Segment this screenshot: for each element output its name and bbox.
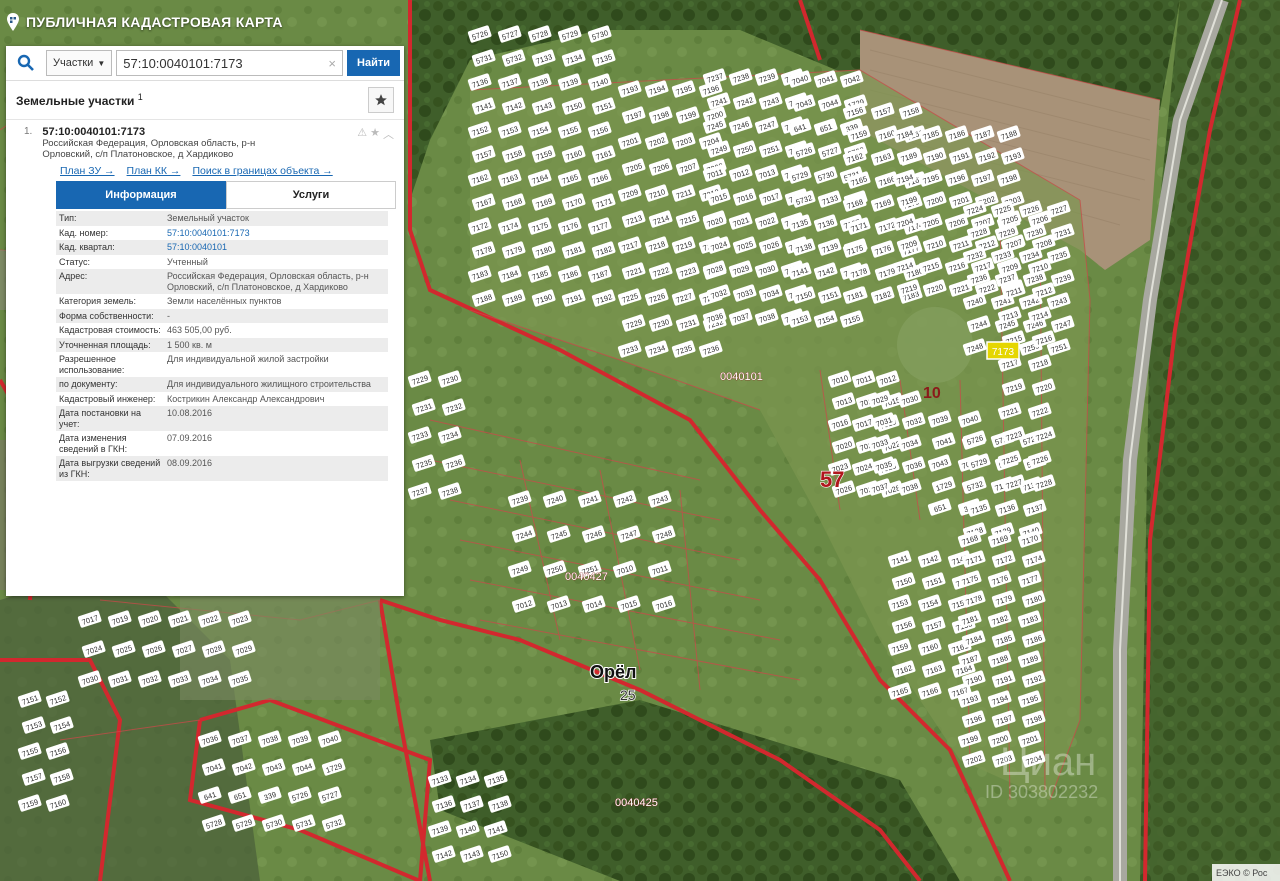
result-links: План ЗУ → План КК → Поиск в границах объ… — [24, 160, 394, 181]
info-key: Категория земель: — [59, 296, 136, 306]
plan-kk-link[interactable]: План КК → — [127, 165, 181, 177]
info-key: Статус: — [59, 256, 90, 267]
results-title-text: Земельные участки — [16, 94, 135, 108]
info-value: - — [167, 310, 170, 321]
highlighted-parcel-label: 7173 — [992, 347, 1015, 358]
info-key: Дата изменения сведений в ГКН: — [59, 433, 128, 454]
map-pin-logo-icon — [7, 13, 19, 31]
app-header: ПУБЛИЧНАЯ КАДАСТРОВАЯ КАРТА — [0, 0, 426, 44]
search-icon[interactable] — [10, 49, 42, 77]
find-button[interactable]: Найти — [347, 50, 400, 76]
info-key: Тип: — [59, 213, 77, 223]
info-value: Для индивидуальной жилой застройки — [167, 354, 329, 364]
search-bar: Участки ▼ 57:10:0040101:7173 × Найти — [6, 46, 404, 81]
attribution: ЕЭКО © Рос — [1216, 868, 1268, 878]
info-row: Кадастровый инженер: Кострикин Александр … — [56, 392, 388, 407]
city-label: Орёл — [590, 662, 636, 682]
info-row: Статус: Учтенный — [56, 255, 388, 270]
result-actions: ⚠ ★ ︿ — [357, 126, 394, 142]
watermark-logo: Циан — [1000, 740, 1096, 784]
info-row: по документу: Для индивидуального жилищно… — [56, 377, 388, 392]
info-value: Для индивидуального жилищного строительс… — [167, 379, 371, 389]
quarter-0040101-label: 0040101 — [720, 371, 763, 383]
plan-zu-link[interactable]: План ЗУ → — [60, 165, 115, 177]
info-value: Земли населённых пунктов — [167, 296, 282, 306]
info-row: Дата постановки на учет: 10.08.2016 — [56, 406, 388, 431]
quarter-0040425-label: 0040425 — [615, 797, 658, 809]
quarter-0040427-label: 0040427 — [565, 571, 608, 583]
info-value[interactable]: 57:10:0040101:7173 — [164, 226, 388, 241]
city-number-label: 25 — [620, 687, 636, 703]
info-row: Тип: Земельный участок — [56, 211, 388, 226]
info-value: 07.09.2016 — [167, 433, 213, 443]
info-panel: Участки ▼ 57:10:0040101:7173 × Найти Зем… — [6, 46, 404, 596]
star-outline-icon[interactable]: ★ — [370, 126, 380, 142]
info-key: Адрес: — [59, 271, 88, 281]
info-value: Учтенный — [167, 256, 208, 267]
result-cadastral-number[interactable]: 57:10:0040101:7173 — [42, 126, 255, 138]
info-row: Форма собственности: - — [56, 308, 388, 323]
object-type-select[interactable]: Участки ▼ — [46, 50, 113, 76]
info-row: Дата изменения сведений в ГКН: 07.09.2016 — [56, 431, 388, 456]
result-address-line2: Орловский, с/п Платоновское, д Хардиково — [42, 149, 234, 160]
result-index: 1. — [24, 126, 33, 137]
info-key: Разрешенное использование: — [59, 354, 125, 375]
info-key: Уточненная площадь: — [59, 339, 151, 350]
info-key: Кадастровая стоимость: — [59, 325, 161, 335]
info-value: 08.09.2016 — [167, 458, 213, 468]
results-title: Земельные участки 1 — [16, 92, 143, 108]
info-key: Дата постановки на учет: — [59, 408, 142, 429]
info-value: 1 500 кв. м — [167, 339, 212, 350]
info-row: Разрешенное использование: Для индивидуал… — [56, 352, 388, 377]
info-value: 10.08.2016 — [167, 408, 213, 418]
info-row: Дата выгрузки сведений из ГКН: 08.09.2016 — [56, 456, 388, 481]
info-value: 463 505,00 руб. — [167, 325, 232, 335]
object-type-value: Участки — [53, 57, 94, 69]
info-value: Земельный участок — [167, 213, 249, 223]
info-value[interactable]: 57:10:0040101 — [164, 240, 388, 255]
info-key: Кад. квартал: — [59, 242, 115, 252]
info-row: Кадастровая стоимость: 463 505,00 руб. — [56, 323, 388, 338]
app-title: ПУБЛИЧНАЯ КАДАСТРОВАЯ КАРТА — [26, 14, 283, 30]
parcel-info-table: Тип: Земельный участок Кад. номер: 57:10:00… — [56, 211, 388, 481]
info-row: Кад. номер: 57:10:0040101:7173 — [56, 226, 388, 241]
tab-services[interactable]: Услуги — [226, 181, 396, 209]
zone-57-label: 57 — [820, 467, 844, 492]
warning-icon[interactable]: ⚠ — [357, 126, 367, 142]
search-input[interactable]: 57:10:0040101:7173 × — [116, 50, 344, 76]
watermark-id: ID 303802232 — [985, 782, 1098, 802]
info-row: Уточненная площадь: 1 500 кв. м — [56, 337, 388, 352]
chevron-up-icon[interactable]: ︿ — [383, 126, 394, 142]
result-address-line1: Российская Федерация, Орловская область,… — [42, 138, 256, 149]
search-within-link[interactable]: Поиск в границах объекта → — [192, 165, 332, 177]
result-item[interactable]: 1. 57:10:0040101:7173 Российская Федерац… — [6, 120, 404, 181]
star-icon — [375, 94, 387, 106]
info-key: по документу: — [59, 379, 118, 389]
info-row: Кад. квартал: 57:10:0040101 — [56, 240, 388, 255]
info-key: Кадастровый инженер: — [59, 393, 156, 404]
central-clearing — [897, 307, 973, 383]
search-query: 57:10:0040101:7173 — [123, 55, 243, 71]
clear-icon[interactable]: × — [328, 56, 336, 71]
info-row: Категория земель: Земли населённых пункто… — [56, 294, 388, 309]
info-value: Кострикин Александр Александрович — [167, 393, 325, 404]
info-key: Форма собственности: — [59, 310, 154, 321]
info-row: Адрес: Российская Федерация, Орловская об… — [56, 269, 388, 294]
zone-10-label: 10 — [923, 385, 941, 402]
results-section-header: Земельные участки 1 — [6, 81, 404, 120]
chevron-down-icon: ▼ — [97, 58, 106, 68]
info-key: Кад. номер: — [59, 227, 109, 238]
info-value: Российская Федерация, Орловская область,… — [167, 271, 369, 292]
results-count: 1 — [137, 92, 143, 102]
tab-information[interactable]: Информация — [56, 181, 226, 209]
info-key: Дата выгрузки сведений из ГКН: — [59, 458, 161, 479]
favorites-button[interactable] — [368, 87, 394, 113]
info-tabs: Информация Услуги — [56, 181, 396, 209]
